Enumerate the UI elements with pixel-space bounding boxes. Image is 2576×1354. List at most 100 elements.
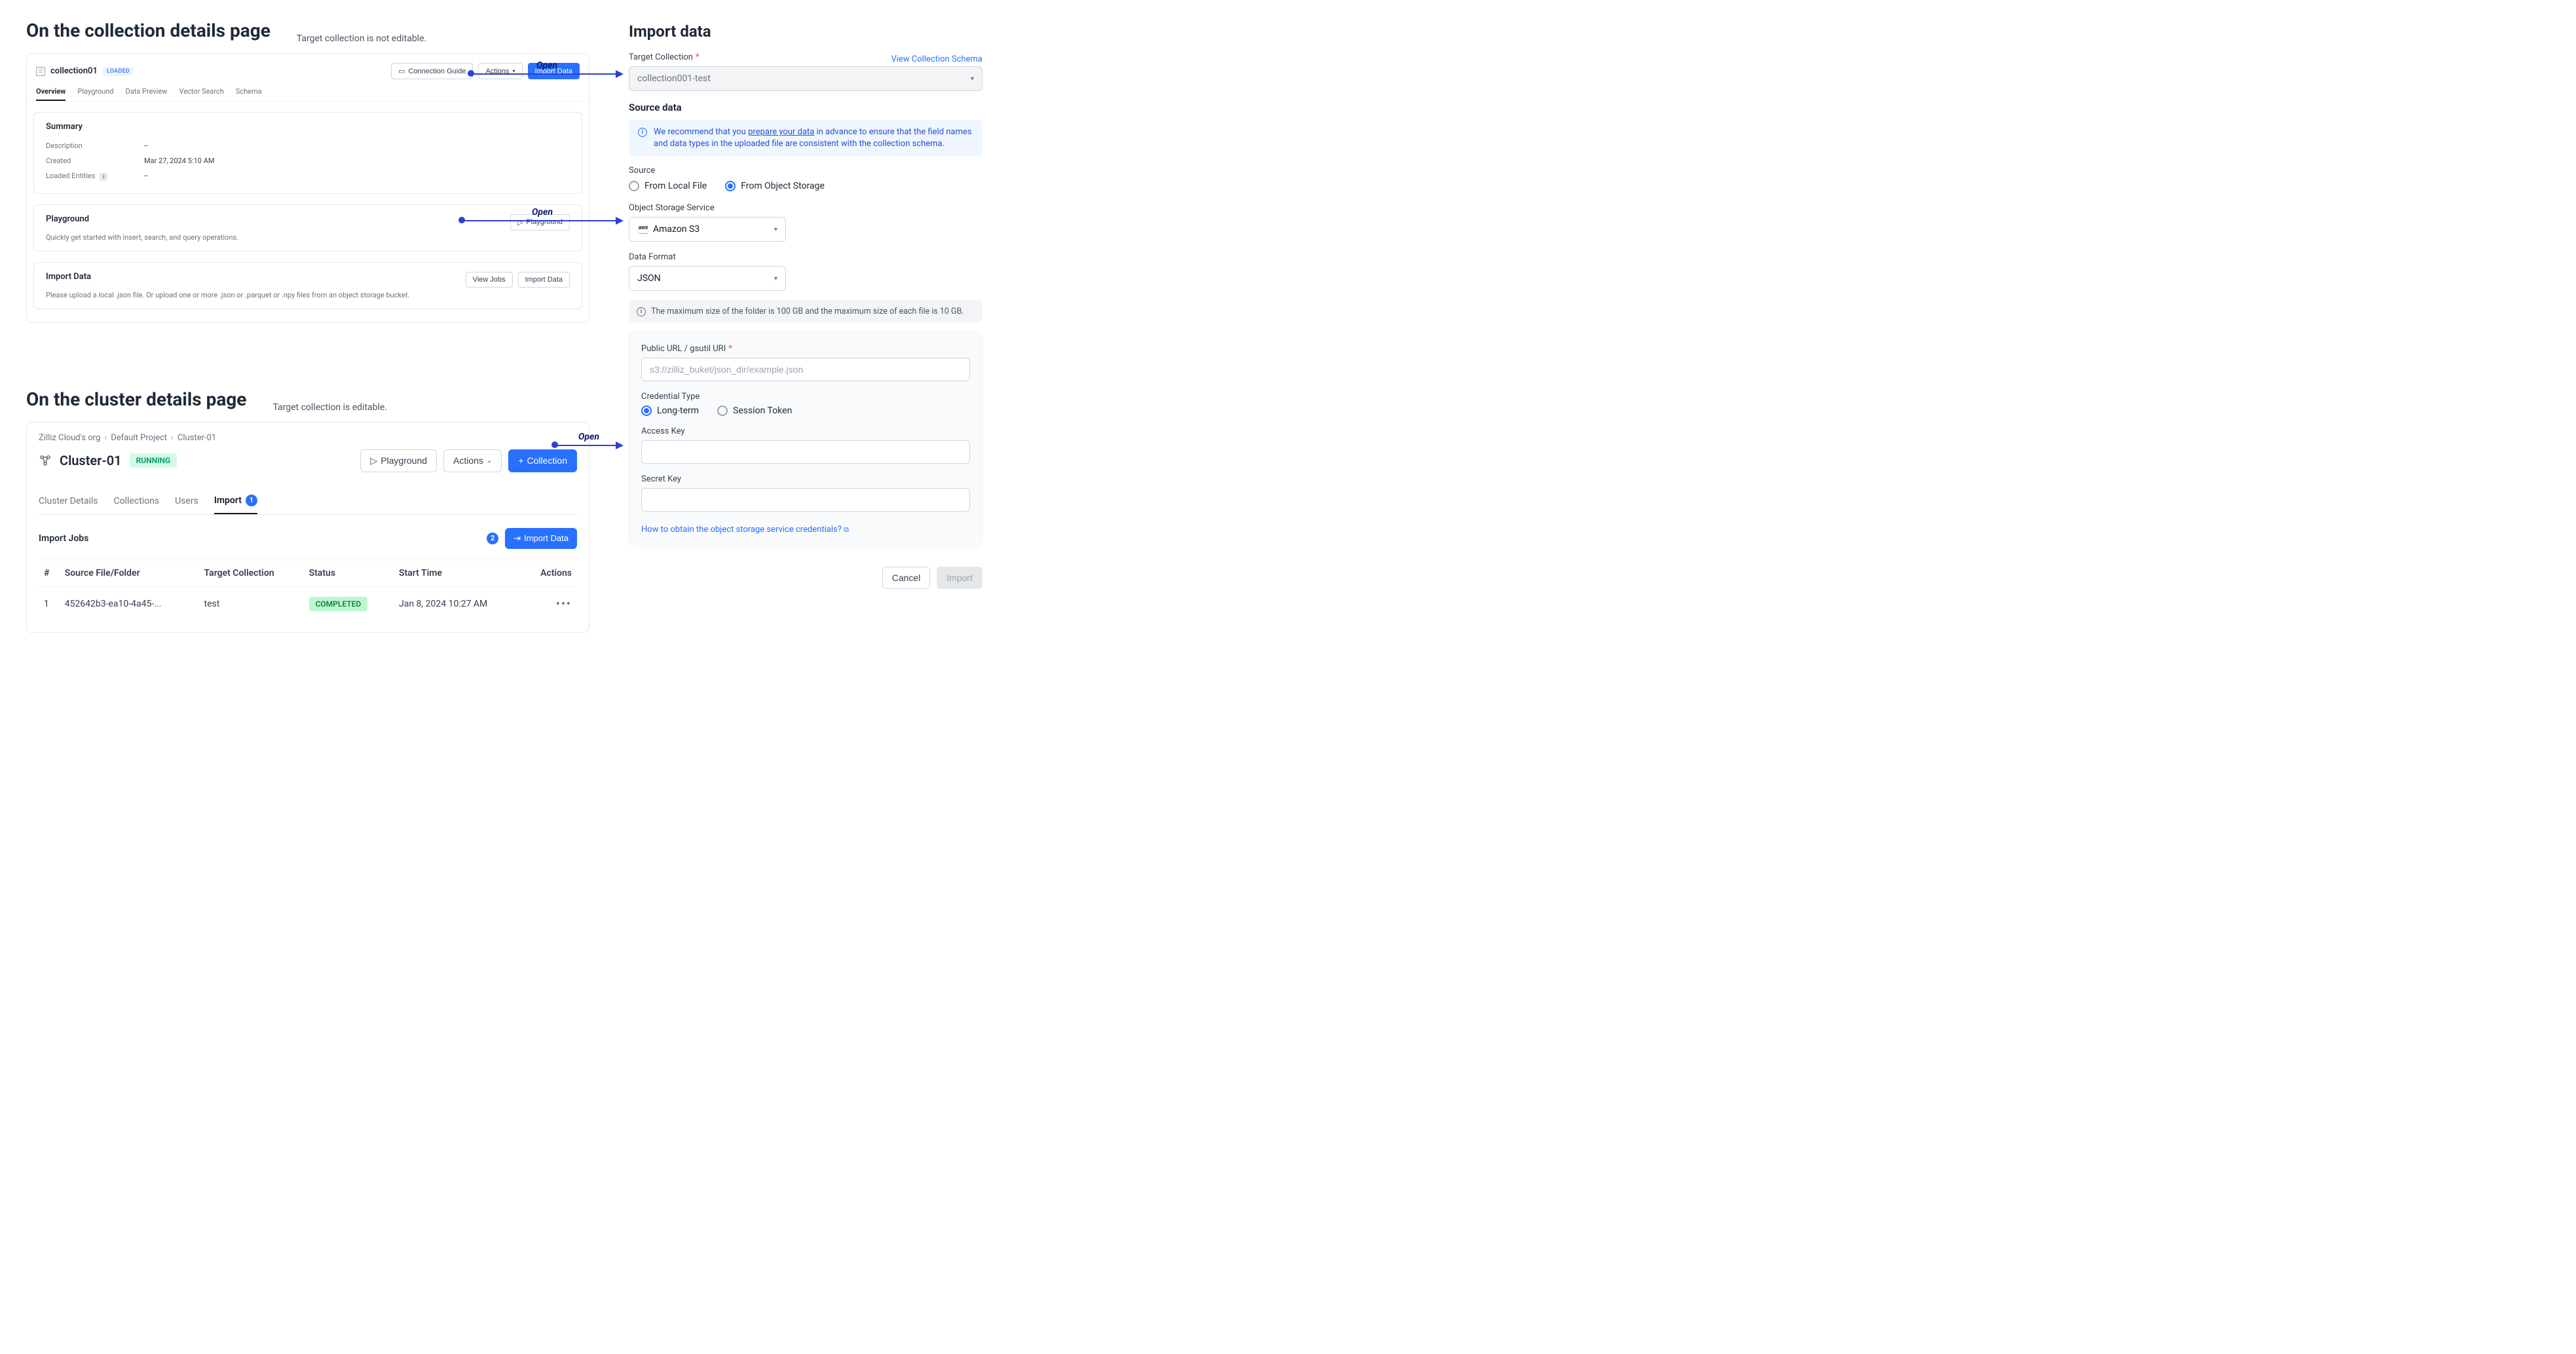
import-desc: Please upload a local .json file. Or upl…: [46, 291, 570, 299]
cell-num: 1: [39, 586, 60, 622]
add-collection-button[interactable]: + Collection: [508, 449, 577, 472]
radio-from-local[interactable]: From Local File: [629, 181, 707, 191]
cred-type-label: Credential Type: [641, 392, 970, 402]
info-icon: i: [638, 128, 647, 137]
arrow-icon: [555, 445, 622, 446]
tab-vector-search[interactable]: Vector Search: [179, 83, 223, 101]
import-data-button-card[interactable]: Import Data: [518, 272, 570, 288]
desc-key: Description: [46, 141, 118, 150]
actions-dropdown-cluster[interactable]: Actions ⌄: [443, 449, 502, 472]
size-note-banner: i The maximum size of the folder is 100 …: [629, 300, 982, 322]
radio-icon: [725, 181, 736, 191]
url-input[interactable]: [641, 358, 970, 381]
oss-label: Object Storage Service: [629, 203, 982, 213]
tab-collections[interactable]: Collections: [114, 488, 160, 514]
view-schema-link[interactable]: View Collection Schema: [891, 54, 982, 64]
secret-key-input[interactable]: [641, 488, 970, 512]
access-key-label: Access Key: [641, 426, 970, 436]
cell-file: 452642b3-ea10-4a45-...: [60, 586, 199, 622]
radio-icon: [717, 405, 728, 416]
secret-key-label: Secret Key: [641, 474, 970, 484]
chevron-down-icon: ▾: [971, 75, 974, 83]
playground-button-cluster[interactable]: ▷ Playground: [360, 449, 437, 472]
running-badge: RUNNING: [130, 453, 177, 468]
arrow-icon: [472, 73, 622, 75]
tab-playground[interactable]: Playground: [77, 83, 113, 101]
cell-start: Jan 8, 2024 10:27 AM: [394, 586, 523, 622]
th-num: #: [39, 559, 60, 586]
page-title-cluster: On the cluster details page: [26, 388, 246, 410]
summary-title: Summary: [46, 122, 570, 132]
summary-card: Summary Description -- Created Mar 27, 2…: [33, 112, 582, 194]
chevron-right-icon: ›: [104, 433, 107, 443]
radio-session-token[interactable]: Session Token: [717, 405, 792, 416]
tab-import[interactable]: Import 1: [214, 488, 257, 514]
status-badge: COMPLETED: [309, 597, 368, 611]
th-actions: Actions: [523, 559, 577, 586]
collection-name: collection01: [50, 66, 98, 76]
view-jobs-button[interactable]: View Jobs: [466, 272, 513, 288]
bc-org[interactable]: Zilliz Cloud's org: [39, 433, 100, 443]
cluster-name: Cluster-01: [60, 453, 122, 468]
target-collection-select: collection001-test ▾: [629, 66, 982, 91]
source-label: Source: [629, 166, 982, 176]
page-title-collection: On the collection details page: [26, 20, 271, 41]
subtitle-cluster: Target collection is editable.: [272, 402, 387, 413]
format-label: Data Format: [629, 252, 982, 262]
tab-data-preview[interactable]: Data Preview: [126, 83, 168, 101]
oss-select[interactable]: aws Amazon S3 ▾: [629, 217, 786, 242]
access-key-input[interactable]: [641, 440, 970, 464]
bc-cluster[interactable]: Cluster-01: [177, 433, 216, 443]
radio-icon: [641, 405, 652, 416]
created-key: Created: [46, 157, 118, 165]
row-actions-menu[interactable]: •••: [556, 597, 572, 611]
import-panel-title: Import data: [629, 22, 982, 41]
credentials-form: Public URL / gsutil URI* Credential Type…: [629, 331, 982, 547]
cluster-tabs: Cluster Details Collections Users Import…: [39, 488, 577, 515]
import-button[interactable]: Import: [937, 567, 982, 589]
loaded-key: Loaded Entities i: [46, 172, 118, 181]
tab-users[interactable]: Users: [175, 488, 198, 514]
bc-project[interactable]: Default Project: [111, 433, 167, 443]
tab-overview[interactable]: Overview: [36, 83, 65, 101]
import-jobs-table: # Source File/Folder Target Collection S…: [39, 559, 577, 622]
desc-val: --: [144, 141, 148, 150]
prepare-data-link[interactable]: prepare your data: [748, 127, 814, 137]
collection-icon: ☰: [36, 67, 45, 76]
step-badge-1: 1: [246, 495, 257, 506]
info-icon: i: [100, 173, 107, 181]
format-select[interactable]: JSON ▾: [629, 266, 786, 291]
chevron-down-icon: ▾: [774, 275, 777, 282]
collection-details-panel: ☰ collection01 LOADED ▭ Connection Guide…: [26, 53, 589, 323]
cancel-button[interactable]: Cancel: [882, 567, 931, 589]
howto-link[interactable]: How to obtain the object storage service…: [641, 525, 849, 535]
play-icon: ▷: [370, 455, 377, 466]
radio-from-object-storage[interactable]: From Object Storage: [725, 181, 825, 191]
arrow-label-open-3: Open: [555, 432, 622, 442]
url-label: Public URL / gsutil URI*: [641, 344, 970, 354]
connection-guide-button[interactable]: ▭ Connection Guide: [391, 63, 473, 79]
step-badge-2: 2: [487, 533, 498, 544]
import-jobs-title: Import Jobs: [39, 533, 88, 544]
import-card-title: Import Data: [46, 272, 91, 282]
target-collection-label: Target Collection*: [629, 52, 700, 62]
th-start: Start Time: [394, 559, 523, 586]
import-data-card: Import Data View Jobs Import Data Please…: [33, 262, 582, 309]
created-val: Mar 27, 2024 5:10 AM: [144, 157, 214, 165]
chevron-right-icon: ›: [171, 433, 174, 443]
playground-card-title: Playground: [46, 214, 89, 224]
tab-cluster-details[interactable]: Cluster Details: [39, 488, 98, 514]
loaded-badge: LOADED: [103, 67, 134, 76]
tab-schema[interactable]: Schema: [236, 83, 262, 101]
plus-icon: +: [518, 455, 523, 466]
aws-icon: aws: [637, 225, 649, 234]
external-link-icon: ⧉: [844, 525, 849, 534]
info-banner: i We recommend that you prepare your dat…: [629, 120, 982, 157]
radio-long-term[interactable]: Long-term: [641, 405, 699, 416]
th-status: Status: [304, 559, 394, 586]
table-row: 1 452642b3-ea10-4a45-... test COMPLETED …: [39, 586, 577, 622]
import-data-button-cluster[interactable]: ⇥ Import Data: [505, 528, 577, 549]
arrow-label-open-2: Open: [462, 207, 622, 217]
chevron-down-icon: ▾: [774, 226, 777, 233]
breadcrumb: Zilliz Cloud's org › Default Project › C…: [39, 433, 577, 443]
